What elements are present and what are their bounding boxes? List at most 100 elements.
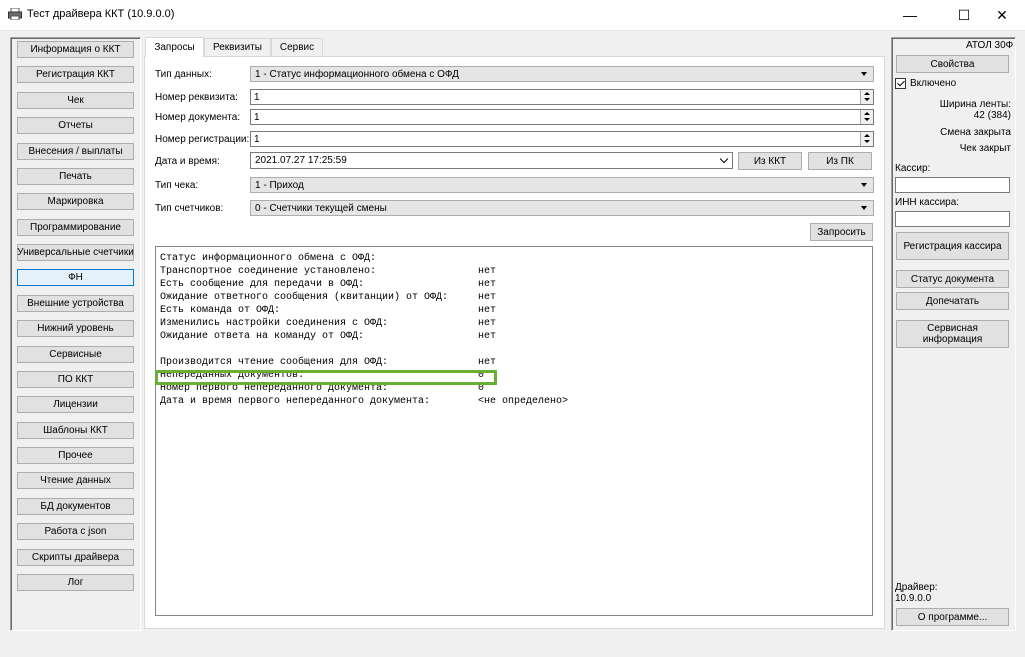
receipt-type-label: Тип чека:: [155, 180, 199, 191]
output-value: нет: [478, 266, 497, 277]
nav-button-marking[interactable]: Маркировка: [17, 193, 134, 210]
nav-button-cash-in-out[interactable]: Внесения / выплаты: [17, 143, 134, 160]
output-line: Есть сообщение для передачи в ОФД:: [160, 279, 365, 290]
output-value: нет: [478, 279, 497, 290]
data-type-select[interactable]: 1 - Статус информационного обмена с ОФД: [250, 66, 874, 82]
output-line: Ожидание ответного сообщения (квитанции)…: [160, 292, 449, 303]
nav-button-licenses[interactable]: Лицензии: [17, 396, 134, 413]
document-number-label: Номер документа:: [155, 112, 241, 123]
nav-button-kkt-registration[interactable]: Регистрация ККТ: [17, 66, 134, 83]
close-button[interactable]: ✕: [979, 0, 1025, 30]
output-value: нет: [478, 305, 497, 316]
nav-button-log[interactable]: Лог: [17, 574, 134, 591]
minimize-button[interactable]: —: [887, 0, 933, 30]
nav-button-kkt-software[interactable]: ПО ККТ: [17, 371, 134, 388]
from-kkt-button[interactable]: Из ККТ: [738, 152, 802, 170]
data-type-value: 1 - Статус информационного обмена с ОФД: [255, 68, 459, 80]
enabled-checkbox[interactable]: [895, 78, 906, 89]
requisite-number-stepper[interactable]: 1: [250, 89, 874, 105]
title-bar: Тест драйвера ККТ (10.9.0.0) — ☐ ✕: [0, 0, 1025, 30]
output-line: Статус информационного обмена с ОФД:: [160, 253, 377, 264]
nav-button-documents-db[interactable]: БД документов: [17, 498, 134, 515]
output-value: <не определено>: [478, 396, 569, 407]
registration-number-value: 1: [254, 133, 260, 145]
nav-button-other[interactable]: Прочее: [17, 447, 134, 464]
cashier-input[interactable]: [895, 177, 1010, 193]
printer-app-icon: [8, 8, 22, 20]
nav-button-programming[interactable]: Программирование: [17, 219, 134, 236]
nav-button-json[interactable]: Работа с json: [17, 523, 134, 540]
cashier-inn-input[interactable]: [895, 211, 1010, 227]
datetime-label: Дата и время:: [155, 156, 220, 167]
cashier-label: Кассир:: [895, 163, 931, 174]
from-pc-button[interactable]: Из ПК: [808, 152, 872, 170]
driver-label: Драйвер:: [895, 582, 938, 593]
service-info-button[interactable]: Сервисная информация: [896, 320, 1009, 348]
highlight-box: [155, 370, 497, 385]
about-button[interactable]: О программе...: [896, 608, 1009, 626]
shift-status: Смена закрыта: [940, 127, 1011, 138]
document-status-button[interactable]: Статус документа: [896, 270, 1009, 288]
datetime-value: 2021.07.27 17:25:59: [255, 155, 347, 166]
data-type-label: Тип данных:: [155, 69, 212, 80]
requisite-number-label: Номер реквизита:: [155, 92, 238, 103]
driver-version: 10.9.0.0: [895, 593, 932, 604]
window-title: Тест драйвера ККТ (10.9.0.0): [27, 8, 175, 20]
counters-type-value: 0 - Счетчики текущей смены: [255, 202, 387, 214]
datetime-picker[interactable]: 2021.07.27 17:25:59: [250, 152, 733, 169]
output-line: Дата и время первого непереданного докум…: [160, 396, 431, 407]
nav-button-kkt-info[interactable]: Информация о ККТ: [17, 41, 134, 58]
nav-button-print[interactable]: Печать: [17, 168, 134, 185]
nav-button-reports[interactable]: Отчеты: [17, 117, 134, 134]
document-number-value: 1: [254, 111, 260, 123]
dropdown-arrow-icon: [861, 206, 867, 210]
output-textarea[interactable]: Статус информационного обмена с ОФД: Тра…: [155, 246, 873, 616]
spin-arrows-icon[interactable]: [860, 132, 873, 146]
cashier-inn-label: ИНН кассира:: [895, 197, 960, 208]
output-line: Изменились настройки соединения с ОФД:: [160, 318, 389, 329]
receipt-type-select[interactable]: 1 - Приход: [250, 177, 874, 193]
document-number-stepper[interactable]: 1: [250, 109, 874, 125]
tape-width-label: Ширина ленты:: [939, 99, 1011, 110]
register-cashier-button[interactable]: Регистрация кассира: [896, 232, 1009, 260]
spin-arrows-icon[interactable]: [860, 90, 873, 104]
tab-requests[interactable]: Запросы: [145, 37, 204, 57]
query-button[interactable]: Запросить: [810, 223, 873, 241]
tab-requisites[interactable]: Реквизиты: [204, 38, 271, 56]
registration-number-label: Номер регистрации:: [155, 134, 250, 145]
dropdown-arrow-icon: [861, 72, 867, 76]
nav-button-fn[interactable]: ФН: [17, 269, 134, 286]
nav-button-universal-counters[interactable]: Универсальные счетчики: [17, 244, 134, 261]
output-value: нет: [478, 292, 497, 303]
dropdown-arrow-icon: [861, 183, 867, 187]
reprint-button[interactable]: Допечатать: [896, 292, 1009, 310]
nav-button-service[interactable]: Сервисные: [17, 346, 134, 363]
device-model: АТОЛ 30Ф: [966, 40, 1014, 51]
output-line: Производится чтение сообщения для ОФД:: [160, 357, 389, 368]
output-value: нет: [478, 318, 497, 329]
chevron-down-icon[interactable]: [719, 154, 729, 164]
counters-type-select[interactable]: 0 - Счетчики текущей смены: [250, 200, 874, 216]
output-line: Транспортное соединение установлено:: [160, 266, 377, 277]
requisite-number-value: 1: [254, 91, 260, 103]
spin-arrows-icon[interactable]: [860, 110, 873, 124]
nav-button-low-level[interactable]: Нижний уровень: [17, 320, 134, 337]
receipt-status: Чек закрыт: [959, 143, 1011, 154]
output-line: Есть команда от ОФД:: [160, 305, 281, 316]
properties-button[interactable]: Свойства: [896, 55, 1009, 73]
counters-type-label: Тип счетчиков:: [155, 203, 224, 214]
nav-button-driver-scripts[interactable]: Скрипты драйвера: [17, 549, 134, 566]
registration-number-stepper[interactable]: 1: [250, 131, 874, 147]
output-value: нет: [478, 331, 497, 342]
receipt-type-value: 1 - Приход: [255, 179, 304, 191]
nav-button-read-data[interactable]: Чтение данных: [17, 472, 134, 489]
nav-button-kkt-templates[interactable]: Шаблоны ККТ: [17, 422, 134, 439]
tape-width-value: 42 (384): [973, 110, 1011, 121]
output-line: Ожидание ответа на команду от ОФД:: [160, 331, 365, 342]
output-value: нет: [478, 357, 497, 368]
tab-service[interactable]: Сервис: [271, 38, 323, 56]
nav-button-receipt[interactable]: Чек: [17, 92, 134, 109]
title-separator: [0, 30, 1025, 31]
enabled-label: Включено: [910, 78, 957, 89]
nav-button-external-devices[interactable]: Внешние устройства: [17, 295, 134, 312]
